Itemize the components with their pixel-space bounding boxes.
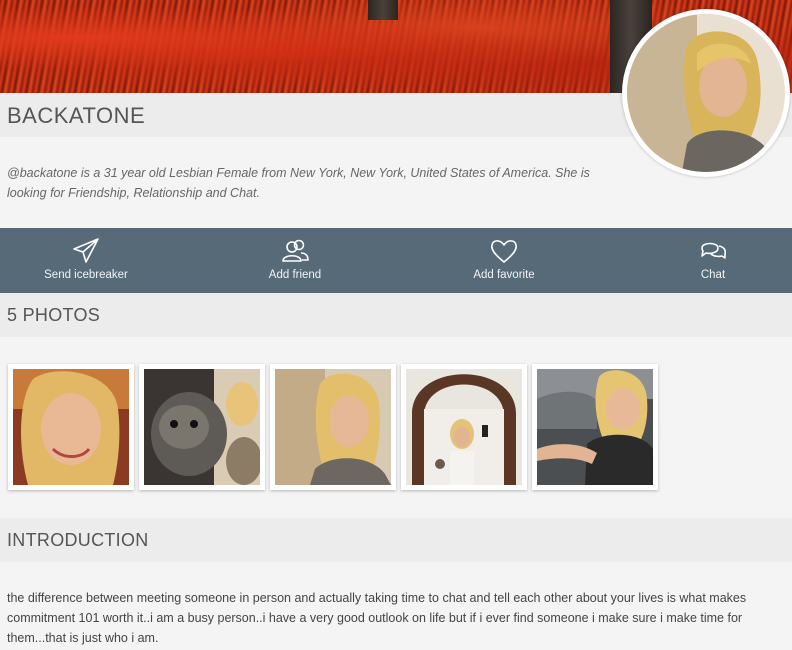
send-icebreaker-label: Send icebreaker bbox=[44, 269, 128, 281]
photo-thumbnail[interactable] bbox=[270, 364, 396, 490]
chat-bubbles-icon bbox=[701, 242, 727, 259]
add-favorite-label: Add favorite bbox=[473, 269, 535, 281]
introduction-text: the difference between meeting someone i… bbox=[7, 591, 747, 645]
add-friend-button[interactable]: Add friend bbox=[245, 228, 345, 293]
photo-thumbnail[interactable] bbox=[8, 364, 134, 490]
send-icebreaker-button[interactable]: Send icebreaker bbox=[36, 228, 136, 293]
photo-image bbox=[537, 369, 653, 485]
chat-button[interactable]: Chat bbox=[663, 228, 763, 293]
profile-avatar[interactable] bbox=[622, 9, 790, 177]
heart-icon bbox=[491, 240, 517, 263]
users-icon bbox=[282, 239, 309, 262]
photo-image bbox=[144, 369, 260, 485]
photo-image bbox=[406, 369, 522, 485]
photo-thumbnail[interactable] bbox=[139, 364, 265, 490]
tree-trunk bbox=[368, 0, 398, 20]
add-friend-label: Add friend bbox=[268, 269, 322, 281]
photos-section-header: 5 PHOTOS bbox=[0, 293, 792, 337]
photo-graphic bbox=[406, 369, 522, 485]
photo-graphic bbox=[275, 369, 391, 485]
chat-label: Chat bbox=[700, 269, 726, 281]
paper-plane-icon bbox=[73, 238, 99, 263]
photos-section-title: 5 PHOTOS bbox=[7, 305, 101, 325]
add-favorite-button[interactable]: Add favorite bbox=[454, 228, 554, 293]
introduction-section-header: INTRODUCTION bbox=[0, 518, 792, 562]
photo-thumbnail[interactable] bbox=[532, 364, 658, 490]
photo-graphic bbox=[13, 369, 129, 485]
photo-image bbox=[275, 369, 391, 485]
photo-image bbox=[13, 369, 129, 485]
introduction-section-title: INTRODUCTION bbox=[7, 530, 149, 550]
profile-username: BACKATONE bbox=[7, 103, 146, 128]
avatar-portrait-graphic bbox=[627, 14, 785, 172]
action-bar: Send icebreaker Add friend Add favorite … bbox=[0, 228, 792, 293]
profile-bio: @backatone is a 31 year old Lesbian Fema… bbox=[7, 166, 590, 200]
photo-graphic bbox=[144, 369, 260, 485]
photo-graphic bbox=[537, 369, 653, 485]
avatar-image bbox=[627, 14, 785, 172]
photo-thumbnail[interactable] bbox=[401, 364, 527, 490]
